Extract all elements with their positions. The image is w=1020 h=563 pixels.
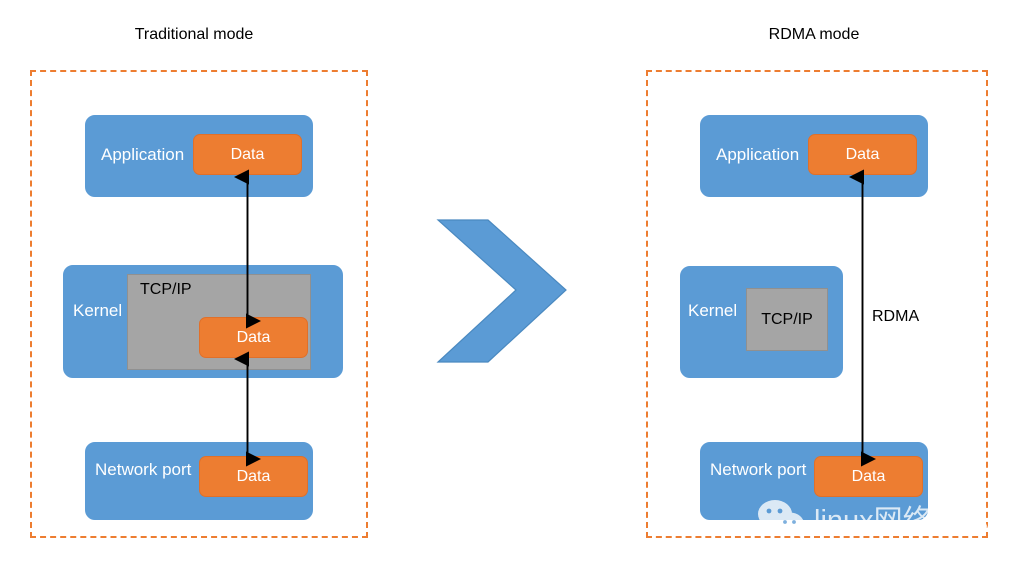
rdma-tcpip-box: TCP/IP (746, 288, 828, 351)
panel-title-rdma: RDMA mode (768, 26, 860, 43)
diagram-canvas: Traditional mode Application Data Kernel… (0, 0, 1020, 563)
traditional-arrow-app-kernel (233, 169, 262, 329)
rdma-kernel-label: Kernel (688, 301, 738, 320)
chevron-right-icon (436, 219, 567, 363)
traditional-arrow-kernel-network (233, 351, 262, 467)
rdma-application-label: Application (716, 145, 800, 164)
traditional-kernel-label: Kernel (73, 301, 123, 320)
traditional-network-port-label: Network port (95, 460, 192, 479)
rdma-network-port-label: Network port (710, 460, 807, 479)
traditional-application-label: Application (101, 145, 185, 164)
rdma-path-label: RDMA (872, 308, 920, 325)
panel-title-traditional: Traditional mode (134, 26, 254, 43)
